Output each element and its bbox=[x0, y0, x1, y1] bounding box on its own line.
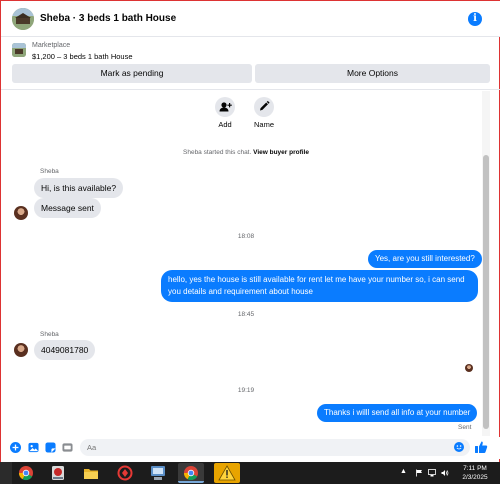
timestamp: 18:08 bbox=[237, 233, 255, 240]
message-input[interactable] bbox=[80, 439, 470, 456]
flag-icon[interactable] bbox=[415, 469, 423, 477]
chat-started-notice: Sheba started this chat. View buyer prof… bbox=[1, 149, 491, 156]
chat-started-text: Sheba started this chat. bbox=[183, 149, 252, 156]
listing-avatar[interactable] bbox=[12, 8, 34, 30]
chat-header: Sheba · 3 beds 1 bath House i bbox=[1, 1, 500, 37]
name-action[interactable]: Name bbox=[249, 97, 279, 129]
clock-date: 2/3/2025 bbox=[462, 474, 488, 481]
more-options-button[interactable]: More Options bbox=[255, 64, 490, 83]
folder-taskbar-icon[interactable] bbox=[78, 463, 104, 483]
outgoing-message[interactable]: Thanks i willl send all info at your num… bbox=[317, 404, 478, 422]
image-icon[interactable] bbox=[28, 442, 39, 453]
sender-avatar[interactable] bbox=[14, 343, 28, 357]
emoji-icon[interactable] bbox=[454, 442, 464, 452]
outgoing-message[interactable]: hello, yes the house is still available … bbox=[161, 270, 478, 302]
pencil-icon[interactable] bbox=[254, 97, 274, 117]
sticker-icon[interactable] bbox=[45, 442, 56, 453]
sender-name: Sheba bbox=[40, 168, 59, 175]
chrome-taskbar-icon-active[interactable] bbox=[178, 463, 204, 483]
windows-taskbar: ▲ 7:11 PM 2/3/2025 bbox=[0, 462, 500, 484]
sender-name: Sheba bbox=[40, 331, 59, 338]
add-action[interactable]: Add bbox=[210, 97, 240, 129]
gif-icon[interactable] bbox=[62, 442, 73, 453]
sender-avatar[interactable] bbox=[14, 206, 28, 220]
taskbar-clock[interactable]: 7:11 PM 2/3/2025 bbox=[455, 464, 495, 482]
chat-title[interactable]: Sheba · 3 beds 1 bath House bbox=[40, 13, 176, 24]
listing-detail[interactable]: $1,200 – 3 beds 1 bath House bbox=[32, 52, 133, 61]
app-taskbar-icon[interactable] bbox=[45, 463, 71, 483]
name-label: Name bbox=[253, 120, 274, 129]
tray-chevron-icon[interactable]: ▲ bbox=[400, 468, 407, 475]
plus-icon[interactable] bbox=[10, 442, 21, 453]
listing-thumbnail[interactable] bbox=[12, 43, 26, 57]
messenger-window: Sheba · 3 beds 1 bath House i Marketplac… bbox=[0, 0, 500, 462]
clock-time: 7:11 PM bbox=[463, 465, 487, 472]
volume-icon[interactable] bbox=[441, 469, 449, 477]
incoming-message[interactable]: Hi, is this available? bbox=[34, 178, 124, 198]
like-icon[interactable] bbox=[474, 440, 488, 454]
incoming-message[interactable]: Message sent bbox=[34, 198, 101, 218]
listing-source: Marketplace bbox=[32, 42, 71, 49]
incoming-message[interactable]: 4049081780 bbox=[34, 340, 96, 360]
view-buyer-profile-link[interactable]: View buyer profile bbox=[253, 149, 309, 156]
message-line: you details and requirement about house bbox=[168, 287, 313, 296]
sent-status: Sent bbox=[458, 424, 472, 431]
message-composer bbox=[1, 437, 500, 459]
info-icon[interactable]: i bbox=[468, 12, 482, 26]
timestamp: 18:45 bbox=[237, 311, 255, 318]
seen-indicator-avatar bbox=[465, 364, 473, 372]
start-button[interactable] bbox=[0, 462, 12, 484]
add-person-icon[interactable] bbox=[215, 97, 235, 117]
app-taskbar-icon[interactable] bbox=[112, 463, 138, 483]
chrome-taskbar-icon[interactable] bbox=[13, 463, 39, 483]
message-line: hello, yes the house is still available … bbox=[168, 275, 465, 284]
listing-panel: Marketplace $1,200 – 3 beds 1 bath House… bbox=[1, 38, 500, 88]
control-panel-taskbar-icon[interactable] bbox=[145, 463, 171, 483]
timestamp: 19:19 bbox=[237, 387, 255, 394]
mark-pending-button[interactable]: Mark as pending bbox=[12, 64, 252, 83]
network-icon[interactable] bbox=[428, 469, 436, 477]
add-label: Add bbox=[218, 120, 232, 129]
outgoing-message[interactable]: Yes, are you still interested? bbox=[368, 250, 482, 268]
warning-taskbar-icon[interactable] bbox=[214, 463, 240, 483]
